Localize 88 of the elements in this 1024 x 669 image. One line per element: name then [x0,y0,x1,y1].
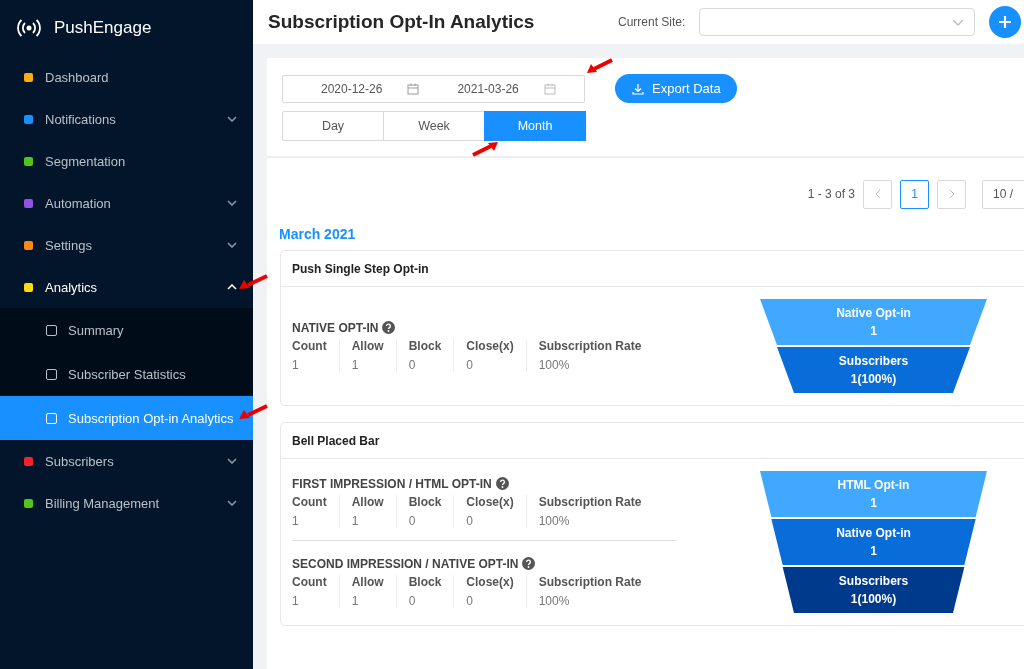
card-title: Bell Placed Bar [281,423,1024,459]
stat-label: Block [408,494,442,509]
period-tab[interactable]: Day [282,111,384,141]
stat-label: Subscription Rate [538,574,642,589]
annotation-arrow [471,141,499,157]
sidebar-item[interactable]: Subscribers [0,440,253,482]
stat-value: 0 [408,593,417,608]
sidebar-item[interactable]: Automation [0,182,253,224]
start-date: 2020-12-26 [321,81,383,96]
stat-label: Allow [351,494,384,509]
stat-label: Close(x) [466,338,514,353]
stat-value: 0 [408,513,417,528]
stat-label: Count [292,494,327,509]
download-icon [632,82,644,95]
sidebar-item[interactable]: Analytics [0,266,253,308]
app-name: PushEngage [54,18,152,38]
sidebar-item[interactable]: Segmentation [0,140,253,182]
chevron-right-icon [948,189,955,199]
annotation-arrow [238,404,268,420]
month-heading: March 2021 [279,226,357,242]
section-title: FIRST IMPRESSION / HTML OPT-IN [292,476,492,491]
stat-label: Subscription Rate [538,494,642,509]
stat-value: 1 [292,593,300,608]
stage-label: Native Opt-in [836,306,911,320]
stage-label: Native Opt-in [836,526,911,540]
chevron-icon [952,18,965,26]
stat-value: 1 [351,513,360,528]
stat-value: 1 [292,513,300,528]
stat-value: 1 [351,593,360,608]
annotation-arrow [586,58,614,74]
stat-value: 100% [538,357,571,372]
pagination-range: 1 - 3 of 3 [807,187,855,201]
help-icon[interactable] [495,477,509,490]
card-title: Push Single Step Opt-in [281,251,1024,287]
chevron-left-icon [874,189,881,199]
stage-value: 1(100%) [850,592,897,606]
end-date: 2021-03-26 [457,81,519,96]
stat-label: Block [408,574,442,589]
sidebar-item[interactable]: Dashboard [0,56,253,98]
chevron-icon [227,242,237,248]
stat-value: 0 [466,357,475,372]
stage-value: 1 [870,324,877,338]
stage-value: 1 [870,544,877,558]
stat-label: Block [408,338,442,353]
submenu-item[interactable]: Summary [0,308,253,352]
stage-label: Subscribers [838,574,909,588]
annotation-arrow [238,274,268,290]
chevron-icon [227,116,237,122]
calendar-icon [407,82,420,95]
period-tab[interactable]: Week [383,111,485,141]
stage-value: 1 [870,496,877,510]
stat-label: Allow [351,574,384,589]
stat-label: Close(x) [466,494,514,509]
stat-value: 1 [292,357,300,372]
stat-value: 0 [466,593,475,608]
sidebar-item[interactable]: Notifications [0,98,253,140]
add-button[interactable] [989,6,1022,38]
broadcast-icon [16,19,42,37]
stat-label: Count [292,574,327,589]
sidebar-item[interactable]: Billing Management [0,482,253,524]
stage-label: HTML Opt-in [837,478,910,492]
help-icon[interactable] [382,321,396,334]
stat-value: 100% [538,593,571,608]
date-range-field[interactable]: 2020-12-26 2021-03-26 [282,74,585,103]
stat-label: Subscription Rate [538,338,642,353]
sidebar-item[interactable]: Settings [0,224,253,266]
chevron-icon [227,200,237,206]
section-title: SECOND IMPRESSION / NATIVE OPT-IN [292,556,519,571]
stat-value: 1 [351,357,360,372]
section-title: NATIVE OPT-IN [292,320,379,335]
stat-value: 100% [538,513,571,528]
page-size-select[interactable]: 10 / [982,179,1024,209]
stage-label: Subscribers [838,354,909,368]
stat-value: 0 [466,513,475,528]
stat-label: Count [292,338,327,353]
stage-value: 1(100%) [850,372,897,386]
stat-value: 0 [408,357,417,372]
stat-label: Allow [351,338,384,353]
submenu-item[interactable]: Subscriber Statistics [0,352,253,396]
chevron-icon [227,458,237,464]
site-label: Current Site: [618,15,686,29]
chevron-icon [227,500,237,506]
chevron-icon [227,284,237,290]
calendar-icon [543,82,556,95]
help-icon[interactable] [522,557,536,570]
plus-icon [998,15,1013,29]
stat-label: Close(x) [466,574,514,589]
page-title: Subscription Opt-In Analytics [268,11,536,33]
